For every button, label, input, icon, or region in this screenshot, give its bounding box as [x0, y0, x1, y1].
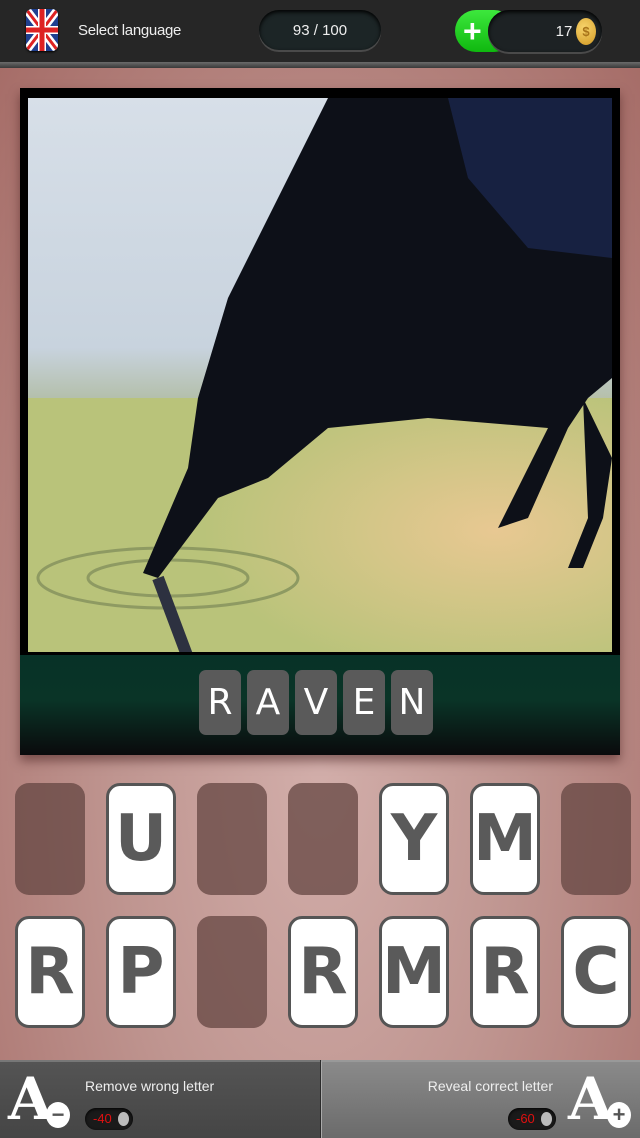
reveal-hint-label: Reveal correct letter	[427, 1078, 553, 1094]
select-language-button[interactable]: Select language	[78, 22, 181, 39]
coins-widget: + 17 $	[455, 10, 602, 52]
answer-slot[interactable]: R	[199, 670, 241, 735]
reveal-hint-cost: -60	[508, 1108, 556, 1130]
empty-tile-slot	[288, 783, 358, 895]
answer-slot[interactable]: V	[295, 670, 337, 735]
letter-tile[interactable]: R	[15, 916, 85, 1028]
empty-tile-slot	[561, 783, 631, 895]
empty-tile-slot	[15, 783, 85, 895]
remove-hint-label: Remove wrong letter	[85, 1078, 215, 1094]
answer-slot[interactable]: N	[391, 670, 433, 735]
plus-icon: +	[463, 13, 482, 49]
letter-tile[interactable]: Y	[379, 783, 449, 895]
empty-tile-slot	[197, 916, 267, 1028]
empty-tile-slot	[197, 783, 267, 895]
answer-slot[interactable]: A	[247, 670, 289, 735]
letter-tile[interactable]: C	[561, 916, 631, 1028]
remove-wrong-letter-button[interactable]: A − Remove wrong letter -40	[0, 1060, 320, 1138]
reveal-letter-icon: A	[568, 1065, 614, 1133]
coin-knob-icon	[118, 1112, 129, 1126]
letter-tile[interactable]: R	[470, 916, 540, 1028]
top-bar: Select language 93 / 100 + 17 $	[0, 0, 640, 62]
letter-tile[interactable]: R	[288, 916, 358, 1028]
remove-hint-cost: -40	[85, 1108, 133, 1130]
cost-value: -60	[516, 1111, 535, 1126]
plus-icon: +	[607, 1102, 631, 1128]
answer-slot[interactable]: E	[343, 670, 385, 735]
coin-knob-icon	[541, 1112, 552, 1126]
minus-icon: −	[46, 1102, 70, 1128]
letter-tile[interactable]: U	[106, 783, 176, 895]
uk-flag-icon[interactable]	[26, 9, 58, 51]
letter-tile[interactable]: P	[106, 916, 176, 1028]
letter-tile[interactable]: M	[379, 916, 449, 1028]
coin-icon: $	[576, 18, 596, 45]
puzzle-image	[28, 98, 612, 652]
letter-tile[interactable]: M	[470, 783, 540, 895]
level-progress: 93 / 100	[259, 10, 381, 50]
remove-letter-icon: A	[8, 1065, 54, 1133]
coins-display: 17 $	[488, 10, 602, 52]
cost-value: -40	[93, 1111, 112, 1126]
reveal-correct-letter-button[interactable]: Reveal correct letter -60 A +	[321, 1060, 640, 1138]
hint-bar: A − Remove wrong letter -40 Reveal corre…	[0, 1060, 640, 1138]
